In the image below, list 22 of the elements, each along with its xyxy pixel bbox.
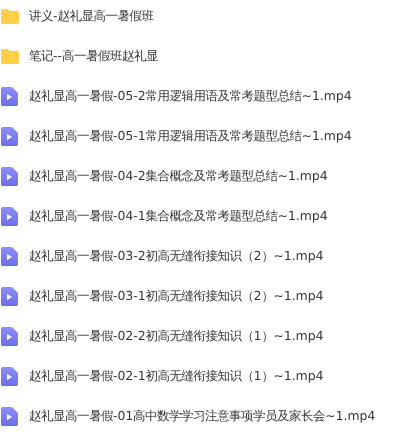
file-name[interactable]: 笔记--高一暑假班赵礼显 bbox=[29, 48, 158, 64]
file-name[interactable]: 赵礼显高一暑假-05-2常用逻辑用语及常考题型总结~1.mp4 bbox=[29, 88, 352, 104]
file-name[interactable]: 赵礼显高一暑假-01高中数学学习注意事项学员及家长会~1.mp4 bbox=[29, 408, 376, 424]
file-name[interactable]: 赵礼显高一暑假-02-2初高无缝衔接知识（1）~1.mp4 bbox=[29, 328, 324, 344]
file-name[interactable]: 赵礼显高一暑假-04-2集合概念及常考题型总结~1.mp4 bbox=[29, 168, 328, 184]
folder-icon bbox=[0, 8, 18, 24]
file-name[interactable]: 赵礼显高一暑假-03-1初高无缝衔接知识（2）~1.mp4 bbox=[29, 288, 324, 304]
file-name[interactable]: 赵礼显高一暑假-04-1集合概念及常考题型总结~1.mp4 bbox=[29, 208, 328, 224]
video-file-icon bbox=[1, 366, 18, 386]
video-file-icon bbox=[1, 206, 18, 226]
file-name[interactable]: 赵礼显高一暑假-05-1常用逻辑用语及常考题型总结~1.mp4 bbox=[29, 128, 352, 144]
video-file-icon bbox=[1, 406, 18, 426]
video-file-icon bbox=[1, 126, 18, 146]
file-name[interactable]: 赵礼显高一暑假-02-1初高无缝衔接知识（1）~1.mp4 bbox=[29, 368, 324, 384]
video-file-icon bbox=[1, 246, 18, 266]
video-file-icon bbox=[1, 286, 18, 306]
video-file-icon bbox=[1, 166, 18, 186]
folder-icon bbox=[0, 48, 18, 64]
file-name[interactable]: 讲义-赵礼显高一暑假班 bbox=[29, 8, 154, 24]
video-file-icon bbox=[1, 326, 18, 346]
video-file-icon bbox=[1, 86, 18, 106]
file-name[interactable]: 赵礼显高一暑假-03-2初高无缝衔接知识（2）~1.mp4 bbox=[29, 248, 324, 264]
